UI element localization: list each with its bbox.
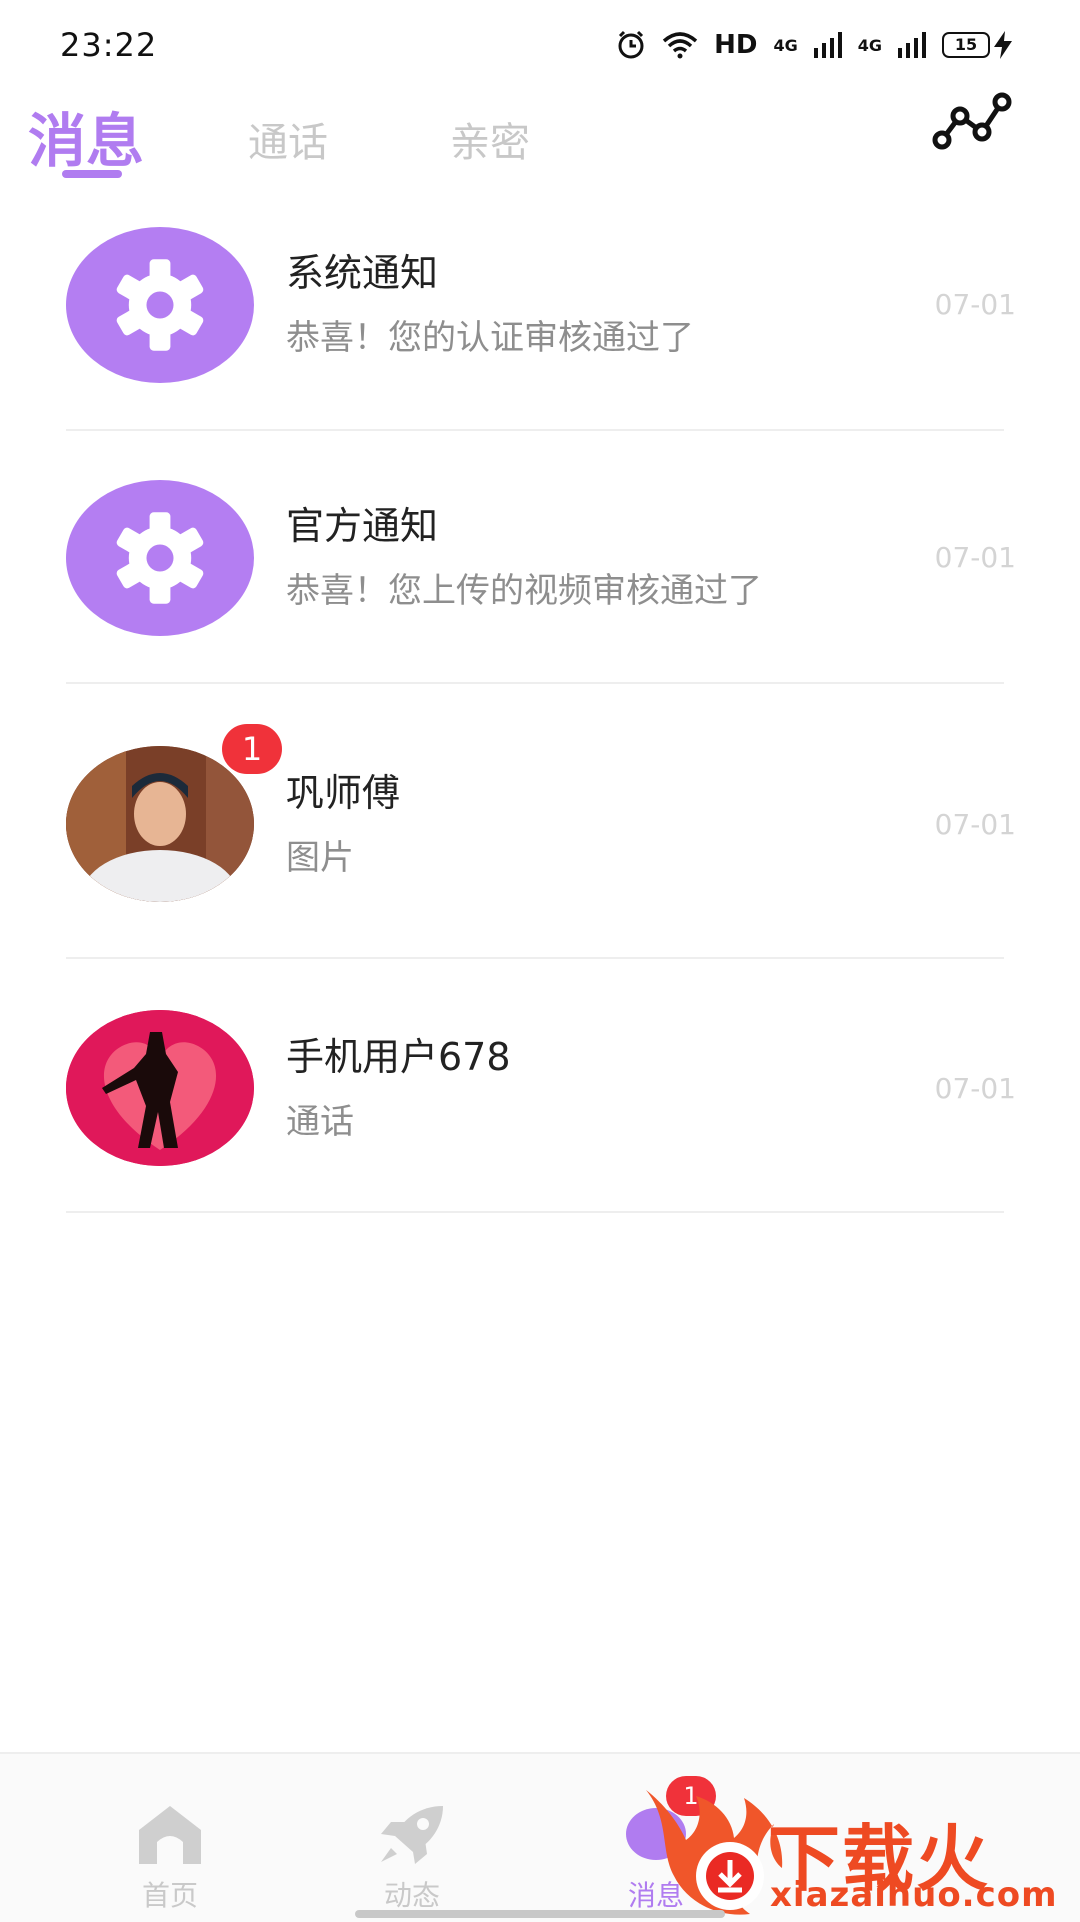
tab-messages[interactable]: 消息 <box>28 94 144 178</box>
unread-badge: 1 <box>222 724 282 774</box>
user-photo-avatar <box>66 746 254 902</box>
tab-intimate[interactable]: 亲密 <box>450 110 530 168</box>
tab-calls[interactable]: 通话 <box>248 110 328 168</box>
conversation-preview: 图片 <box>286 838 354 878</box>
wifi-icon <box>662 32 698 59</box>
top-tabs: 消息 通话 亲密 <box>0 90 1080 190</box>
conversation-item-user-1[interactable]: 1 巩师傅 图片 07-01 <box>0 710 1080 958</box>
conversation-time: 07-01 <box>934 1072 1016 1105</box>
alarm-icon <box>618 30 644 59</box>
conversation-item-official[interactable]: 官方通知 恭喜！您上传的视频审核通过了 07-01 <box>0 453 1080 683</box>
nav-feed[interactable]: 动态 <box>352 1804 472 1914</box>
conversation-preview: 通话 <box>286 1102 354 1142</box>
conversation-name: 巩师傅 <box>286 771 401 815</box>
signal-icon-1 <box>813 32 842 58</box>
nav-label: 首页 <box>141 1879 198 1912</box>
signal-icon-2 <box>898 32 926 58</box>
conversation-item-system[interactable]: 系统通知 恭喜！您的认证审核通过了 07-01 <box>0 200 1080 430</box>
home-indicator <box>355 1910 725 1918</box>
rocket-icon <box>381 1806 443 1864</box>
battery-indicator: 15 <box>942 31 1012 59</box>
conversation-item-user-2[interactable]: 手机用户678 通话 07-01 <box>0 980 1080 1212</box>
active-tab-indicator <box>62 170 122 178</box>
hd-indicator: HD <box>714 30 758 60</box>
status-icons: HD 4G 4G 15 <box>616 30 1012 60</box>
status-time: 23:22 <box>60 26 158 64</box>
avatar <box>66 227 254 383</box>
gear-icon <box>116 512 204 604</box>
network-4g-2: 4G <box>857 35 882 55</box>
avatar <box>66 480 254 636</box>
conversation-name: 官方通知 <box>286 504 439 548</box>
divider <box>66 957 1004 959</box>
divider <box>66 1211 1004 1213</box>
home-icon <box>139 1806 201 1864</box>
conversation-preview: 恭喜！您的认证审核通过了 <box>286 318 694 358</box>
battery-level: 15 <box>942 32 990 58</box>
charging-icon <box>994 31 1012 59</box>
heart-couple-icon <box>66 1010 254 1166</box>
conversation-name: 手机用户678 <box>286 1035 511 1079</box>
conversation-time: 07-01 <box>934 808 1016 841</box>
divider <box>66 429 1004 431</box>
nav-label: 动态 <box>383 1879 440 1912</box>
conversation-time: 07-01 <box>934 541 1016 574</box>
status-bar: 23:22 HD 4G 4G 15 <box>0 0 1080 96</box>
network-4g-1: 4G <box>773 35 798 55</box>
conversation-time: 07-01 <box>934 288 1016 321</box>
user-photo <box>66 746 254 902</box>
conversation-name: 系统通知 <box>286 251 439 295</box>
divider <box>66 682 1004 684</box>
graph-link-icon[interactable] <box>932 90 1012 150</box>
couple-heart-avatar <box>66 1010 254 1166</box>
conversation-preview: 恭喜！您上传的视频审核通过了 <box>286 571 762 611</box>
nav-home[interactable]: 首页 <box>110 1804 230 1914</box>
gear-icon <box>116 259 204 351</box>
watermark-url: xiazaihuo.com <box>770 1875 1058 1915</box>
